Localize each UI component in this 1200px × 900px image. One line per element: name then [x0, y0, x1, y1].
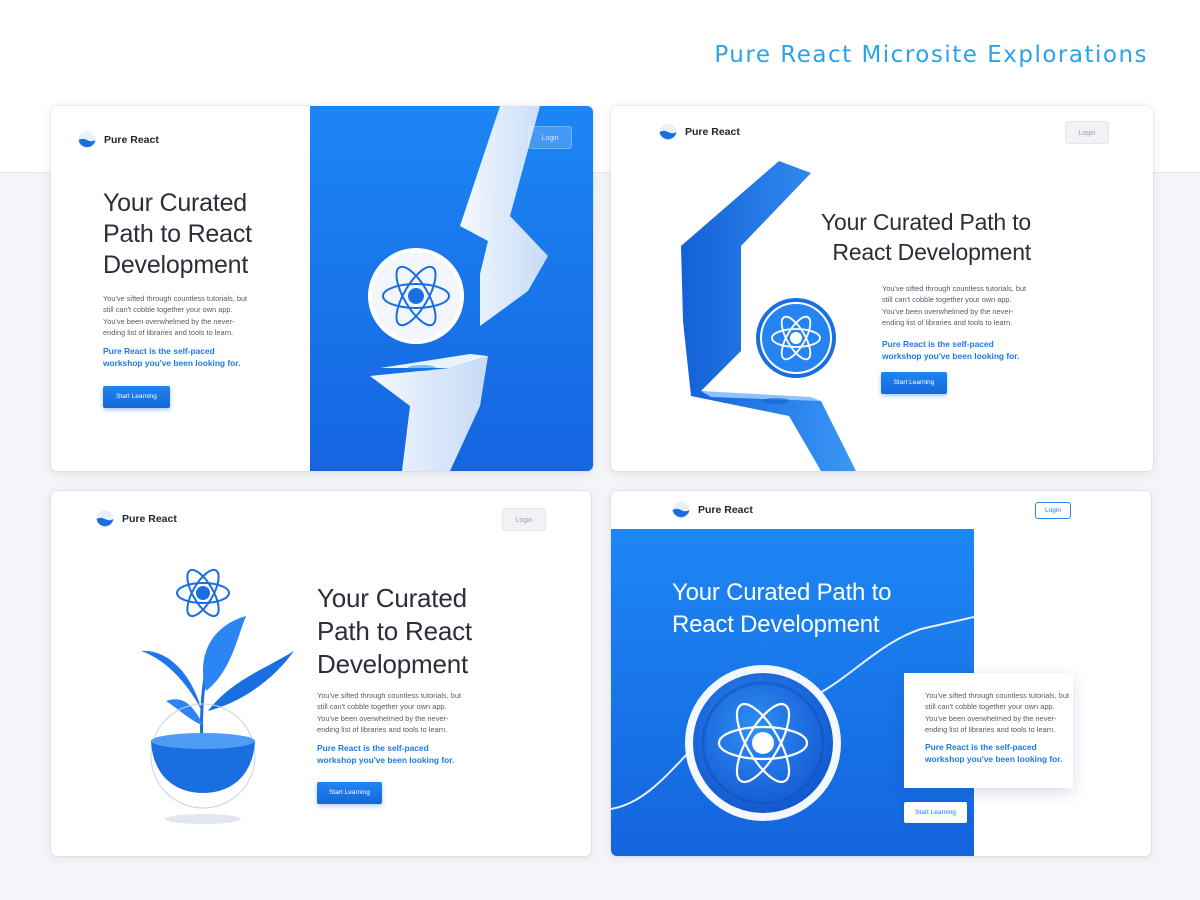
highlight-line: Pure React is the self-paced [925, 742, 1037, 752]
headline-line: Your Curated [103, 189, 247, 217]
start-learning-button[interactable]: Start Learning [881, 372, 947, 394]
login-button[interactable]: Login [1065, 121, 1109, 144]
headline-line: Path to React [103, 220, 252, 248]
intro-line: still can't cobble together your own app… [317, 702, 447, 712]
logo-mark-icon [672, 501, 690, 519]
intro-line: You've sifted through countless tutorial… [317, 691, 462, 700]
brand-name: Pure React [685, 126, 740, 138]
headline-line: Your Curated [317, 583, 467, 613]
login-button[interactable]: Login [1035, 502, 1071, 519]
headline-line: Development [317, 649, 468, 679]
hero-illustration [141, 568, 294, 824]
highlight-line: workshop you've been looking for. [882, 351, 1020, 361]
highlight-line: workshop you've been looking for. [925, 754, 1063, 764]
react-atom-icon [368, 248, 464, 344]
intro-line: You've been overwhelmed by the never- [925, 713, 1057, 723]
brand-logo[interactable]: Pure React [78, 131, 159, 149]
intro-line: ending list of libraries and tools to le… [925, 724, 1056, 734]
intro-line: You've sifted through countless tutorial… [882, 284, 1027, 293]
highlight-line: Pure React is the self-paced [317, 743, 429, 753]
start-learning-button[interactable]: Start Learning [317, 782, 382, 804]
start-learning-button[interactable]: Start Learning [103, 386, 170, 408]
intro-line: still can't cobble together your own app… [882, 295, 1012, 305]
react-atom-icon [685, 665, 841, 821]
start-learning-button[interactable]: Start Learning [904, 802, 967, 823]
intro-line: You've sifted through countless tutorial… [103, 294, 248, 303]
intro-line: You've been overwhelmed by the never- [317, 713, 449, 723]
headline-line: Development [103, 251, 249, 279]
headline-line: Path to React [317, 616, 472, 646]
react-atom-icon [756, 298, 836, 378]
headline-line: React Development [832, 239, 1031, 265]
hero-headline: Your Curated Path to React Development [672, 577, 891, 641]
intro-paragraph: You've sifted through countless tutorial… [925, 690, 1069, 735]
logo-mark-icon [78, 131, 96, 149]
brand-name: Pure React [104, 134, 159, 146]
highlight-text: Pure React is the self-paced workshop yo… [925, 741, 1062, 765]
intro-line: You've been overwhelmed by the never- [882, 306, 1014, 316]
react-atom-icon [176, 568, 230, 618]
highlight-line: Pure React is the self-paced [103, 346, 215, 356]
hero-headline: Your Curated Path to React Development [317, 582, 472, 681]
headline-line: Your Curated Path to [821, 209, 1031, 235]
highlight-text: Pure React is the self-paced workshop yo… [103, 345, 240, 369]
logo-mark-icon [659, 123, 677, 141]
intro-line: ending list of libraries and tools to le… [317, 724, 448, 734]
intro-line: still can't cobble together your own app… [925, 702, 1055, 712]
brand-logo[interactable]: Pure React [672, 501, 753, 519]
highlight-line: workshop you've been looking for. [103, 358, 241, 368]
brand-logo[interactable]: Pure React [659, 123, 740, 141]
hero-headline: Your Curated Path to React Development [801, 207, 1031, 267]
intro-paragraph: You've sifted through countless tutorial… [882, 283, 1026, 328]
hero-headline: Your Curated Path to React Development [103, 188, 252, 281]
highlight-text: Pure React is the self-paced workshop yo… [317, 742, 454, 766]
page-title: Pure React Microsite Explorations [714, 42, 1148, 68]
headline-line: Your Curated Path to [672, 579, 892, 606]
intro-line: You've been overwhelmed by the never- [103, 316, 235, 326]
brand-name: Pure React [122, 513, 177, 525]
card-variant-2: Pure React Login Your Curated Path to Re… [611, 106, 1153, 471]
headline-line: React Development [672, 611, 880, 638]
logo-mark-icon [96, 510, 114, 528]
intro-paragraph: You've sifted through countless tutorial… [317, 690, 461, 735]
brand-logo[interactable]: Pure React [96, 510, 177, 528]
login-button[interactable]: Login [528, 126, 572, 149]
hero-illustration [310, 106, 593, 471]
intro-line: ending list of libraries and tools to le… [882, 317, 1013, 327]
intro-paragraph: You've sifted through countless tutorial… [103, 293, 247, 338]
highlight-text: Pure React is the self-paced workshop yo… [882, 338, 1019, 362]
intro-line: still can't cobble together your own app… [103, 305, 233, 315]
highlight-line: workshop you've been looking for. [317, 755, 455, 765]
intro-line: You've sifted through countless tutorial… [925, 691, 1070, 700]
card-variant-1: Pure React Your Curated Path to React De… [51, 106, 593, 471]
login-button[interactable]: Login [502, 508, 546, 531]
card-variant-3: Pure React Login Your Curated Path to Re… [51, 491, 591, 856]
brand-name: Pure React [698, 504, 753, 516]
intro-line: ending list of libraries and tools to le… [103, 327, 234, 337]
highlight-line: Pure React is the self-paced [882, 339, 994, 349]
card-variant-4: Pure React Login Your Curated Path to Re… [611, 491, 1151, 856]
